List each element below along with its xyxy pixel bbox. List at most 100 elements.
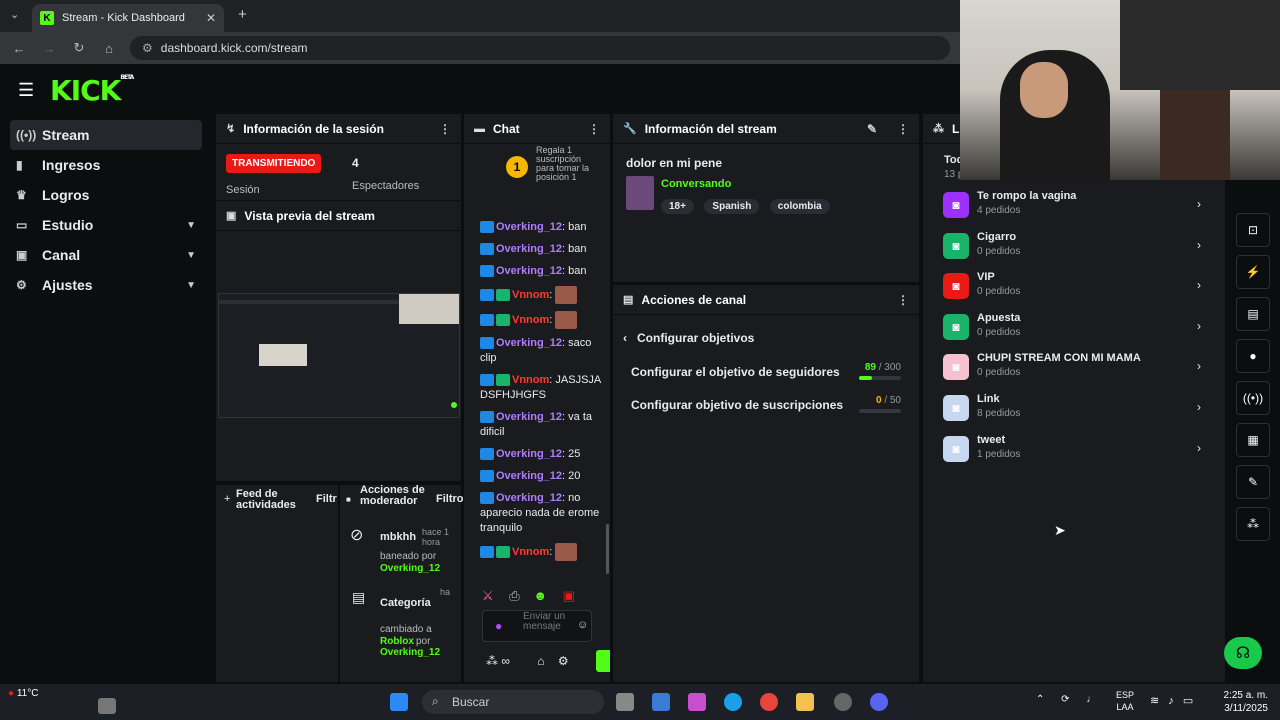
tray-app-icon[interactable]: ⟳ bbox=[1061, 694, 1069, 705]
chevron-right-icon[interactable]: › bbox=[1197, 319, 1201, 333]
kick-logo[interactable]: KICKBETA bbox=[50, 74, 134, 107]
reward-item[interactable]: ◙ Cigarro 0 pedidos › bbox=[943, 231, 1207, 263]
close-tab-icon[interactable]: ✕ bbox=[206, 11, 216, 25]
chevron-right-icon[interactable]: › bbox=[1197, 359, 1201, 373]
mod-action-by[interactable]: Overking_12 bbox=[380, 563, 440, 574]
chat-username[interactable]: Overking_12 bbox=[496, 470, 562, 482]
edge-icon[interactable] bbox=[724, 693, 742, 711]
chevron-right-icon[interactable]: › bbox=[1197, 238, 1201, 252]
chevron-right-icon[interactable]: › bbox=[1197, 197, 1201, 211]
new-tab-icon[interactable]: + bbox=[238, 6, 247, 23]
chevron-up-icon[interactable]: ⌃ bbox=[1036, 694, 1044, 705]
reward-item[interactable]: ◙ Te rompo la vagina 4 pedidos › bbox=[943, 190, 1207, 222]
sidebar-item-stream[interactable]: ((•)) Stream bbox=[10, 120, 202, 150]
emoji-icon[interactable]: ☺ bbox=[577, 619, 588, 631]
chat-settings-icon[interactable]: ⚙ bbox=[558, 654, 569, 668]
reload-icon[interactable]: ↻ bbox=[64, 40, 94, 56]
back-button[interactable]: ‹ Configurar objetivos bbox=[623, 331, 754, 345]
gift-leaderboard-text[interactable]: Regala 1 suscripción para tomar la posic… bbox=[536, 146, 598, 192]
microphone-icon[interactable]: ● bbox=[495, 619, 502, 633]
chat-message-input[interactable]: ● Enviar un mensaje ☺ bbox=[482, 610, 592, 642]
chat-message[interactable]: Overking_12: ban bbox=[480, 242, 604, 257]
copilot-icon[interactable] bbox=[688, 693, 706, 711]
more-options-icon[interactable]: ⋮ bbox=[588, 122, 600, 136]
emote-3-icon[interactable]: ☻ bbox=[533, 588, 547, 603]
mod-action-by[interactable]: Overking_12 bbox=[380, 647, 440, 658]
sidebar-item-canal[interactable]: ▣ Canal ▼ bbox=[10, 240, 202, 270]
more-options-icon[interactable]: ⋮ bbox=[439, 122, 451, 136]
lightning-icon[interactable]: ⚡ bbox=[1236, 255, 1270, 289]
menu-icon[interactable]: ☰ bbox=[18, 80, 34, 101]
chat-username[interactable]: Overking_12 bbox=[496, 243, 562, 255]
system-tray[interactable]: ≋ ♪ ▭ bbox=[1150, 694, 1193, 707]
weather-widget[interactable]: ● 11°C bbox=[8, 688, 38, 699]
more-options-icon[interactable]: ⋮ bbox=[897, 122, 909, 136]
chat-message[interactable]: Overking_12: 20 bbox=[480, 469, 604, 484]
filter-button[interactable]: Filtro bbox=[436, 493, 464, 505]
browser-tab[interactable]: K Stream - Kick Dashboard ✕ bbox=[32, 4, 224, 32]
edit-icon[interactable]: ✎ bbox=[867, 122, 877, 136]
steam-icon[interactable] bbox=[834, 693, 852, 711]
home-icon[interactable]: ⌂ bbox=[94, 41, 124, 56]
sidebar-item-estudio[interactable]: ▭ Estudio ▼ bbox=[10, 210, 202, 240]
stream-preview-video[interactable] bbox=[218, 293, 460, 418]
apps-icon[interactable]: ⁂ bbox=[1236, 507, 1270, 541]
chat-username[interactable]: Overking_12 bbox=[496, 411, 562, 423]
chrome-icon[interactable] bbox=[760, 693, 778, 711]
chat-message[interactable]: Overking_12: va ta dificil bbox=[480, 410, 604, 440]
chat-message[interactable]: Vnnom: JASJSJADSFHJHGFS bbox=[480, 373, 604, 403]
chat-username[interactable]: Overking_12 bbox=[496, 337, 562, 349]
sidebar-item-ingresos[interactable]: ▮ Ingresos bbox=[10, 150, 202, 180]
store-app-icon[interactable] bbox=[652, 693, 670, 711]
reward-item[interactable]: ◙ VIP 0 pedidos › bbox=[943, 271, 1207, 303]
back-icon[interactable]: ← bbox=[4, 41, 34, 56]
tab-list-icon[interactable]: ⌄ bbox=[10, 8, 19, 21]
sidebar-item-ajustes[interactable]: ⚙ Ajustes ▼ bbox=[10, 270, 202, 300]
chat-username[interactable]: Vnnom bbox=[512, 374, 549, 386]
chat-scrollbar[interactable] bbox=[606, 524, 609, 574]
clock[interactable]: 2:25 a. m. 3/11/2025 bbox=[1224, 689, 1268, 715]
forward-icon[interactable]: → bbox=[34, 41, 64, 56]
chat-username[interactable]: Overking_12 bbox=[496, 265, 562, 277]
chat-message[interactable]: Overking_12: ban bbox=[480, 264, 604, 279]
chat-bubble-icon[interactable]: ● bbox=[1236, 339, 1270, 373]
chat-message[interactable]: Overking_12: ban bbox=[480, 220, 604, 235]
wrench-icon[interactable]: ✎ bbox=[1236, 465, 1270, 499]
more-options-icon[interactable]: ⋮ bbox=[897, 293, 909, 307]
chat-username[interactable]: Overking_12 bbox=[496, 448, 562, 460]
dashboard-icon[interactable]: ▦ bbox=[1236, 423, 1270, 457]
support-icon[interactable]: ☊ bbox=[1224, 637, 1262, 669]
chat-message[interactable]: Vnnom: bbox=[480, 286, 604, 304]
notes-icon[interactable]: ▤ bbox=[1236, 297, 1270, 331]
subscription-goal-button[interactable]: Configurar objetivo de suscripciones bbox=[631, 398, 843, 412]
discord-icon[interactable] bbox=[870, 693, 888, 711]
mic-tray-icon[interactable]: ♩ bbox=[1086, 694, 1096, 705]
store-icon[interactable]: ⌂ bbox=[537, 654, 544, 668]
language-indicator[interactable]: ESP LAA bbox=[1116, 689, 1134, 713]
reward-item[interactable]: ◙ CHUPI STREAM CON MI MAMA 0 pedidos › bbox=[943, 352, 1207, 384]
file-explorer-icon[interactable] bbox=[796, 693, 814, 711]
url-input[interactable]: ⚙ dashboard.kick.com/stream bbox=[130, 36, 950, 60]
chat-username[interactable]: Overking_12 bbox=[496, 492, 562, 504]
emote-bar-icons[interactable]: ⚔ ⎙ ☻ ▣ bbox=[482, 588, 575, 604]
infinity-icon[interactable]: ∞ bbox=[501, 654, 510, 668]
capture-icon[interactable]: ⊡ bbox=[1236, 213, 1270, 247]
tray-icons[interactable]: ⌃ ⟳ ♩ bbox=[1036, 694, 1096, 705]
windows-start-icon[interactable] bbox=[390, 693, 408, 711]
chat-message-list[interactable]: Overking_12: ban Overking_12: ban Overki… bbox=[464, 220, 610, 580]
broadcast-icon[interactable]: ((•)) bbox=[1236, 381, 1270, 415]
chat-message[interactable]: Vnnom: bbox=[480, 311, 604, 329]
category-name[interactable]: Conversando bbox=[661, 178, 731, 190]
sidebar-item-logros[interactable]: ♛ Logros bbox=[10, 180, 202, 210]
send-button[interactable] bbox=[596, 650, 610, 672]
mod-action-target[interactable]: Roblox bbox=[380, 636, 414, 647]
reward-item[interactable]: ◙ Link 8 pedidos › bbox=[943, 393, 1207, 425]
chat-username[interactable]: Vnnom bbox=[512, 289, 549, 301]
filter-button[interactable]: Filtr bbox=[316, 493, 337, 505]
chat-username[interactable]: Vnnom bbox=[512, 546, 549, 558]
chat-message[interactable]: Vnnom: bbox=[480, 543, 604, 561]
taskbar-search[interactable]: ⌕ Buscar bbox=[422, 690, 604, 714]
reward-item[interactable]: ◙ Apuesta 0 pedidos › bbox=[943, 312, 1207, 344]
emote-2-icon[interactable]: ⎙ bbox=[509, 588, 519, 603]
kick-apps-icon[interactable]: ⁂ bbox=[486, 654, 498, 668]
